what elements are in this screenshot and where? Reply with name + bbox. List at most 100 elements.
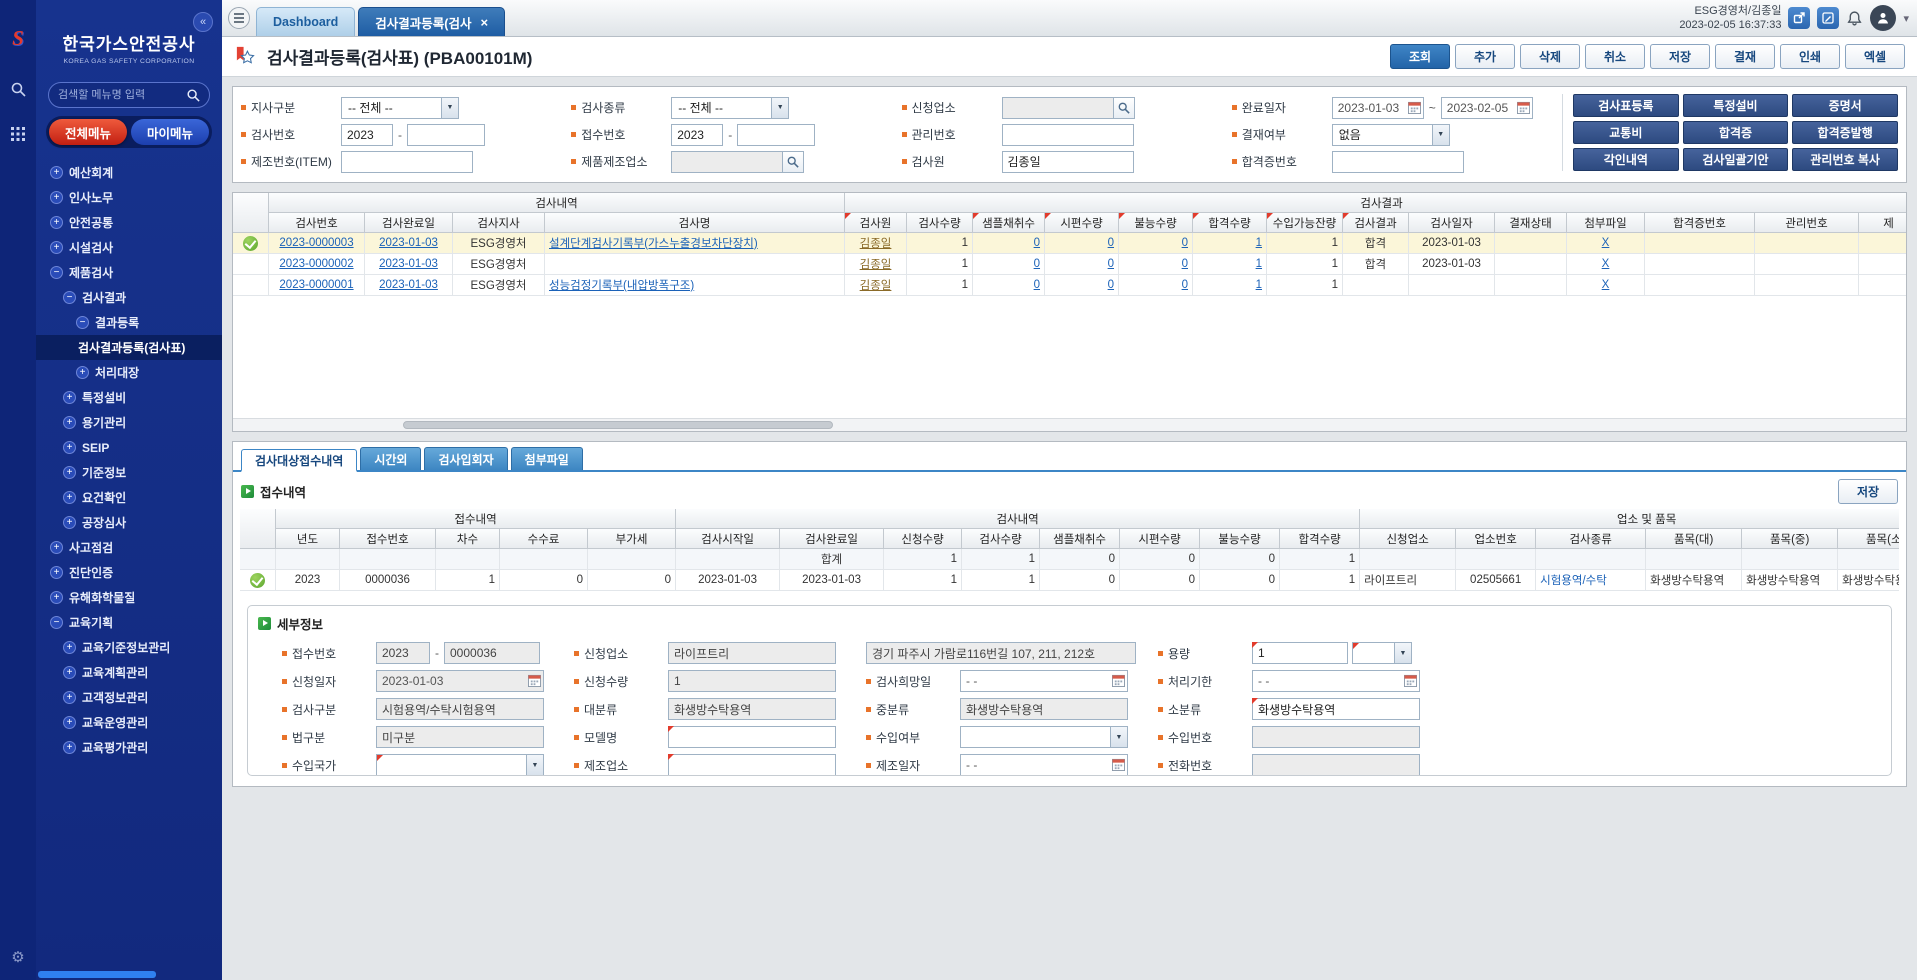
grid-cell[interactable]: 0 [1045, 233, 1119, 254]
grid-cell[interactable]: 2023-01-03 [365, 275, 453, 296]
grid-cell[interactable]: 0 [1040, 570, 1120, 591]
chevron-down-icon[interactable]: ▾ [1903, 12, 1909, 25]
save-button[interactable]: 저장 [1838, 479, 1898, 504]
quick-action-button[interactable]: 합격증 [1683, 121, 1789, 144]
grid-column-header[interactable]: 불능수량 [1119, 213, 1193, 233]
plus-icon[interactable]: + [50, 241, 63, 254]
tab-dashboard[interactable]: Dashboard [256, 7, 355, 36]
grid-cell[interactable]: 2023-01-03 [1409, 233, 1495, 254]
delete-button[interactable]: 삭제 [1520, 44, 1580, 69]
plus-icon[interactable]: + [63, 691, 76, 704]
sidebar-item[interactable]: +특정설비 [36, 385, 222, 410]
plus-icon[interactable]: + [63, 441, 76, 454]
filter-input[interactable] [671, 124, 723, 146]
sidebar-item[interactable]: +SEIP [36, 435, 222, 460]
minus-icon[interactable]: − [50, 616, 63, 629]
grid-cell[interactable]: 김종일 [845, 275, 907, 296]
sidebar-item[interactable]: +교육평가관리 [36, 735, 222, 760]
plus-icon[interactable]: + [50, 541, 63, 554]
row-status-cell[interactable] [233, 233, 269, 254]
all-menu-button[interactable]: 전체메뉴 [49, 119, 127, 145]
grid-cell[interactable] [1859, 275, 1907, 296]
grid-cell[interactable]: 2023-0000003 [269, 233, 365, 254]
sidebar-item[interactable]: +요건확인 [36, 485, 222, 510]
plus-icon[interactable]: + [76, 366, 89, 379]
sidebar-item[interactable]: +예산회계 [36, 160, 222, 185]
grid-cell[interactable]: 1 [1193, 254, 1267, 275]
settings-gear-icon[interactable]: ⚙ [11, 948, 24, 966]
sidebar-item[interactable]: +교육기준정보관리 [36, 635, 222, 660]
sidebar-item[interactable]: +교육운영관리 [36, 710, 222, 735]
grid-column-header[interactable]: 신청수량 [884, 529, 962, 549]
add-button[interactable]: 추가 [1455, 44, 1515, 69]
sidebar-item[interactable]: +기준정보 [36, 460, 222, 485]
favorite-star-icon[interactable] [234, 45, 257, 68]
grid-row[interactable]: 2023-00000032023-01-03ESG경영처설계단계검사기록부(가스… [233, 233, 1907, 254]
quick-action-button[interactable]: 검사표등록 [1573, 94, 1679, 117]
search-icon[interactable] [186, 88, 200, 102]
grid-column-header[interactable]: 샘플채취수 [1040, 529, 1120, 549]
grid-column-header[interactable]: 검사명 [545, 213, 845, 233]
tab-overtime[interactable]: 시간외 [360, 447, 421, 470]
grid-cell[interactable]: 1 [907, 254, 973, 275]
grid-cell[interactable]: 합격 [1343, 233, 1409, 254]
grid-cell[interactable] [1755, 233, 1859, 254]
grid-column-header[interactable]: 샘플채취수 [973, 213, 1045, 233]
tab-active-page[interactable]: 검사결과등록(검사× [358, 7, 505, 36]
lookup-input[interactable] [671, 151, 783, 173]
plus-icon[interactable]: + [63, 391, 76, 404]
plus-icon[interactable]: + [63, 741, 76, 754]
grid-column-header[interactable]: 차수 [436, 529, 500, 549]
grid-column-header[interactable]: 제 [1859, 213, 1907, 233]
grid-cell[interactable]: 2023-01-03 [365, 254, 453, 275]
print-button[interactable]: 인쇄 [1780, 44, 1840, 69]
menu-search-input[interactable] [58, 89, 186, 101]
grid-column-header[interactable]: 품목(대) [1646, 529, 1742, 549]
grid-column-header[interactable]: 접수번호 [340, 529, 436, 549]
scrollbar-thumb[interactable] [403, 421, 833, 429]
plus-icon[interactable]: + [63, 516, 76, 529]
grid-row[interactable]: 2023-00000012023-01-03ESG경영처성능검정기록부(내압방폭… [233, 275, 1907, 296]
grid-column-header[interactable]: 부가세 [588, 529, 676, 549]
grid-column-header[interactable]: 검사종류 [1536, 529, 1646, 549]
grid-cell[interactable]: 김종일 [845, 254, 907, 275]
grid-cell[interactable]: 화생방수탁용역 [1742, 570, 1838, 591]
detail-input[interactable] [668, 670, 836, 692]
grid-cell[interactable] [1645, 254, 1755, 275]
grid-cell[interactable]: 2023-01-03 [676, 570, 780, 591]
detail-input[interactable] [1252, 754, 1420, 776]
lookup-search-button[interactable] [783, 151, 804, 173]
detail-date-input[interactable] [376, 670, 544, 692]
grid-cell[interactable]: 0 [1119, 254, 1193, 275]
grid-cell[interactable]: ESG경영처 [453, 254, 545, 275]
grid-cell[interactable]: 화생방수탁용역 [1838, 570, 1899, 591]
filter-select[interactable]: 없음▼ [1332, 124, 1450, 146]
quick-action-button[interactable]: 특정설비 [1683, 94, 1789, 117]
sidebar-item[interactable]: +처리대장 [36, 360, 222, 385]
detail-select[interactable]: ▼ [376, 754, 544, 776]
detail-date-input[interactable] [960, 754, 1128, 776]
sidebar-item[interactable]: +시설검사 [36, 235, 222, 260]
grid-cell[interactable]: X [1567, 233, 1645, 254]
grid-cell[interactable]: 1 [962, 570, 1040, 591]
grid-cell[interactable]: 2023-01-03 [1409, 254, 1495, 275]
horizontal-scrollbar[interactable] [233, 418, 1906, 431]
quick-action-button[interactable]: 검사일괄기안 [1683, 148, 1789, 171]
calendar-icon[interactable] [528, 674, 541, 687]
filter-input[interactable] [1002, 151, 1134, 173]
plus-icon[interactable]: + [63, 416, 76, 429]
quick-action-button[interactable]: 관리번호 복사 [1792, 148, 1898, 171]
grid-cell[interactable]: 0 [1120, 570, 1200, 591]
sidebar-item[interactable]: +교육계획관리 [36, 660, 222, 685]
calendar-icon[interactable] [1517, 101, 1530, 114]
hamburger-menu-icon[interactable] [228, 7, 250, 29]
grid-column-header[interactable]: 품목(중) [1742, 529, 1838, 549]
grid-cell[interactable]: 0 [1200, 570, 1280, 591]
grid-cell[interactable]: 화생방수탁용역 [1646, 570, 1742, 591]
notification-bell-icon[interactable] [1846, 10, 1863, 27]
grid-cell[interactable]: 1 [1193, 275, 1267, 296]
grid-cell[interactable]: 합격 [1343, 254, 1409, 275]
grid-column-header[interactable]: 업소번호 [1456, 529, 1536, 549]
row-status-cell[interactable] [233, 275, 269, 296]
detail-date-input[interactable] [960, 670, 1128, 692]
